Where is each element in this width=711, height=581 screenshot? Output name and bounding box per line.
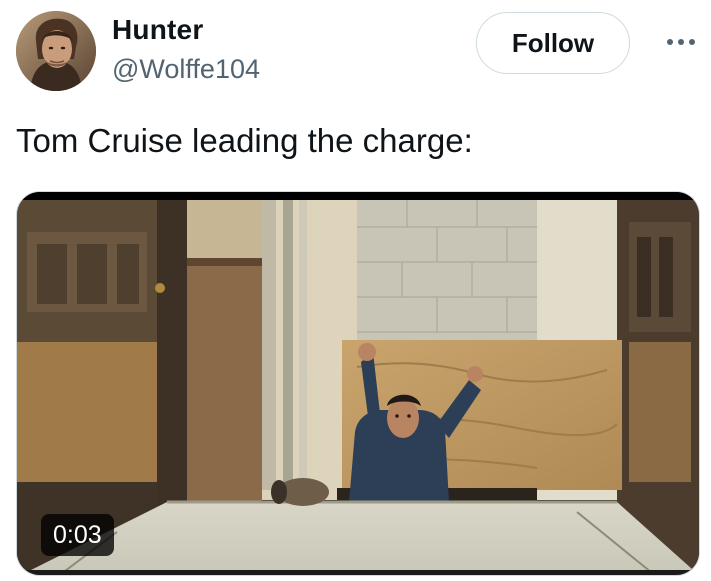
video-frame bbox=[17, 192, 699, 575]
tweet-card: Hunter @Wolffe104 Follow Tom Cruise lead… bbox=[0, 0, 711, 581]
tweet-text: Tom Cruise leading the charge: bbox=[16, 122, 473, 159]
avatar[interactable] bbox=[16, 11, 96, 91]
video-duration-badge: 0:03 bbox=[41, 514, 114, 556]
video-player[interactable] bbox=[16, 191, 700, 576]
more-options-button[interactable] bbox=[664, 30, 698, 54]
user-handle[interactable]: @Wolffe104 bbox=[112, 54, 260, 85]
more-horizontal-icon bbox=[667, 39, 695, 45]
follow-button[interactable]: Follow bbox=[476, 12, 630, 74]
display-name[interactable]: Hunter bbox=[112, 14, 203, 46]
